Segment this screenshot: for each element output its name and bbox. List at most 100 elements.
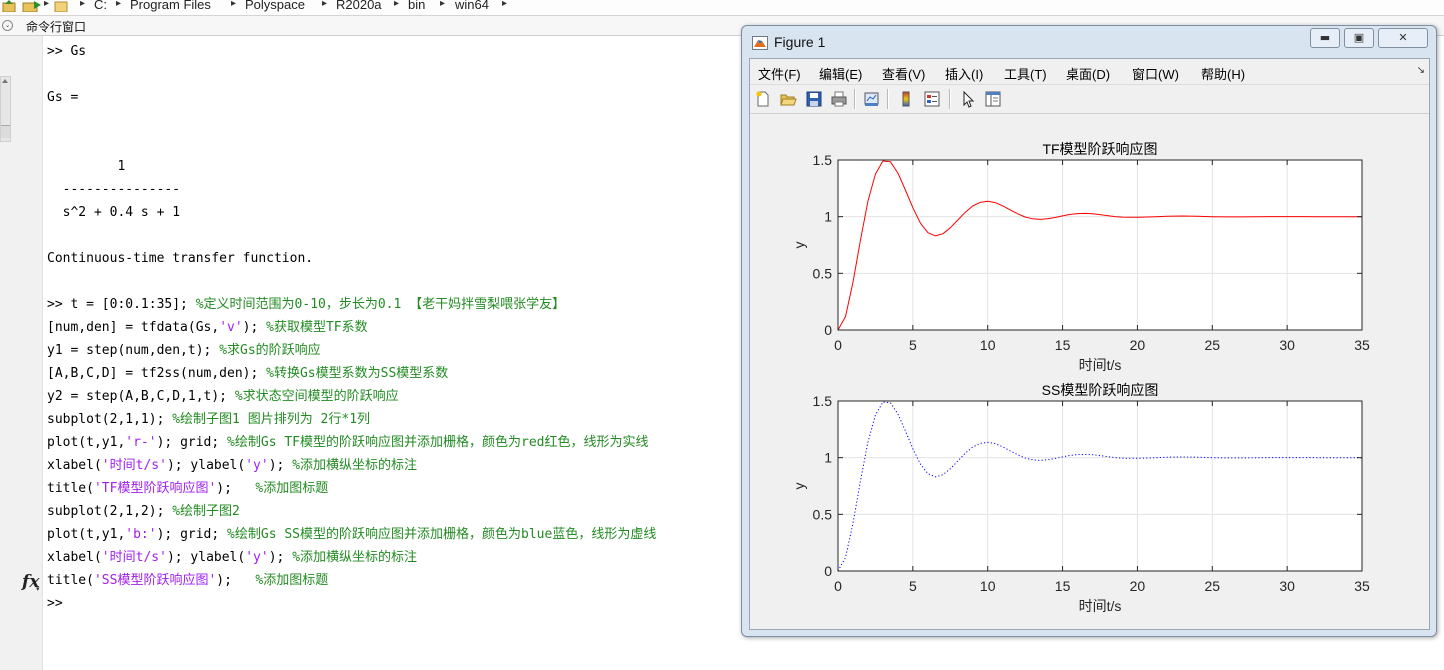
code-string: '时间t/s' (101, 458, 167, 473)
new-figure-icon[interactable] (754, 90, 772, 108)
y-axis-label: y (791, 483, 807, 490)
path-separator-icon: ▸ (44, 0, 50, 9)
save-icon[interactable] (805, 90, 823, 108)
console-line: plot(t,y1,'r-'); grid; %绘制Gs TF模型的阶跃响应图并… (47, 434, 649, 452)
code-text: Gs = (47, 90, 79, 105)
code-comment: %添加图标题 (255, 481, 329, 496)
code-text: title( (47, 481, 94, 496)
console-line: Continuous-time transfer function. (47, 250, 313, 268)
minimize-icon: ▬ (1319, 31, 1331, 44)
path-segment[interactable]: Program Files (130, 0, 211, 12)
plot-background (838, 401, 1362, 571)
x-axis-label: 时间t/s (1079, 357, 1122, 373)
close-button[interactable]: ✕ (1378, 28, 1428, 48)
console-line: >> Gs (47, 43, 86, 61)
code-comment: %求Gs的阶跃响应 (219, 343, 321, 358)
scroll-up-icon[interactable] (2, 79, 8, 83)
path-separator-icon[interactable]: ▸ (502, 0, 507, 9)
scrollbar-thumb[interactable] (1, 125, 10, 138)
code-text: y2 = step(A,B,C,D,1,t); (47, 389, 235, 404)
code-comment: %定义时间范围为0-10，步长为0.1 【老干妈拌雪梨喂张学友】 (195, 297, 566, 312)
menu-tools[interactable]: 工具(T) (1004, 64, 1047, 83)
x-tick-label: 0 (834, 337, 842, 353)
path-segment[interactable]: bin (408, 0, 425, 12)
x-tick-label: 20 (1130, 337, 1146, 353)
x-tick-label: 5 (909, 337, 917, 353)
menu-help[interactable]: 帮助(H) (1201, 64, 1245, 83)
path-segment[interactable]: win64 (455, 0, 489, 12)
code-string: 'y' (245, 458, 269, 473)
subplot-1 (837, 159, 1363, 331)
figure-canvas[interactable]: 0 5 10 15 20 25 30 35 0 0.5 1 1.5 TF模型阶跃响应图 时间t/s y 0 5 1… (750, 115, 1429, 627)
code-text: >> Gs (47, 44, 87, 59)
code-string: 'v' (219, 320, 243, 335)
x-tick-label: 0 (834, 578, 842, 594)
chart-title: TF模型阶跃响应图 (1042, 141, 1157, 157)
console-line: y2 = step(A,B,C,D,1,t); %求状态空间模型的阶跃响应 (47, 388, 399, 406)
code-text: title( (47, 573, 94, 588)
code-text: ); (216, 481, 256, 496)
up-folder-icon[interactable] (2, 0, 16, 12)
legend-icon[interactable] (923, 90, 941, 108)
code-text: Continuous-time transfer function. (47, 251, 314, 266)
y-tick-label: 0 (824, 322, 832, 338)
open-file-icon[interactable] (779, 90, 797, 108)
link-plot-icon[interactable] (863, 90, 881, 108)
maximize-button[interactable]: ▣ (1344, 28, 1374, 48)
print-icon[interactable] (830, 90, 848, 108)
code-comment: %转换Gs模型系数为SS模型系数 (266, 366, 449, 381)
code-string: 'SS模型阶跃响应图' (93, 573, 217, 588)
console-line: subplot(2,1,1); %绘制子图1 图片排列为 2行*1列 (47, 411, 370, 429)
path-separator-icon: ▸ (231, 0, 237, 9)
path-segment[interactable]: Polyspace (245, 0, 305, 12)
menu-view[interactable]: 查看(V) (882, 64, 925, 83)
collapse-panel-icon[interactable]: ⌄ (2, 20, 13, 31)
path-separator-icon: ▸ (116, 0, 122, 9)
subplot-2 (837, 400, 1363, 572)
menu-window[interactable]: 窗口(W) (1132, 64, 1179, 83)
menubar-dock-icon[interactable]: ↘ (1417, 65, 1425, 76)
menu-insert[interactable]: 插入(I) (945, 64, 983, 83)
x-tick-label: 30 (1279, 578, 1295, 594)
chevron-down-icon[interactable]: ▾ (36, 585, 40, 593)
path-segment[interactable]: C: (94, 0, 107, 12)
chart-title: SS模型阶跃响应图 (1042, 382, 1159, 398)
code-text: plot(t,y1, (47, 527, 126, 542)
x-tick-label: 5 (909, 578, 917, 594)
code-comment: %求状态空间模型的阶跃响应 (234, 389, 399, 404)
close-icon: ✕ (1398, 31, 1408, 44)
x-tick-label: 30 (1279, 337, 1295, 353)
code-text: subplot(2,1,1); (47, 412, 173, 427)
edit-plot-icon[interactable] (959, 90, 977, 108)
menu-desktop[interactable]: 桌面(D) (1066, 64, 1110, 83)
code-comment: %绘制子图2 (172, 504, 240, 519)
property-inspector-icon[interactable] (984, 90, 1002, 108)
code-string: '时间t/s' (101, 550, 167, 565)
code-text: 1 (47, 159, 126, 174)
menu-edit[interactable]: 编辑(E) (819, 64, 862, 83)
code-comment: %绘制Gs SS模型的阶跃响应图并添加栅格，颜色为blue蓝色，线形为虚线 (227, 527, 657, 542)
figure-window[interactable]: Figure 1 ▬ ▣ ✕ 文件(F) 编辑(E) 查看(V) 插入(I) 工… (741, 25, 1437, 637)
colorbar-icon[interactable] (897, 90, 915, 108)
minimize-button[interactable]: ▬ (1310, 28, 1340, 48)
path-segment[interactable]: R2020a (336, 0, 382, 12)
code-text: plot(t,y1, (47, 435, 126, 450)
y-tick-label: 0 (824, 563, 832, 579)
code-comment: %绘制子图1 图片排列为 2行*1列 (172, 412, 371, 427)
menu-file[interactable]: 文件(F) (758, 64, 801, 83)
x-tick-label: 25 (1204, 578, 1220, 594)
code-string: 'TF模型阶跃响应图' (93, 481, 217, 496)
scrollbar[interactable] (0, 76, 11, 142)
code-comment: %添加图标题 (255, 573, 329, 588)
code-text: ); (242, 320, 267, 335)
x-tick-label: 10 (980, 337, 996, 353)
maximize-icon: ▣ (1353, 31, 1365, 44)
browse-folder-icon[interactable] (22, 0, 42, 12)
y-axis-label: y (791, 242, 807, 249)
code-text: [num,den] = tfdata(Gs, (47, 320, 220, 335)
figure-plot-area[interactable]: 0 5 10 15 20 25 30 3500.511.5TF模型阶跃响应图时间t/sy0 5 1… (750, 115, 1429, 627)
console-line: xlabel('时间t/s'); ylabel('y'); %添加横纵坐标的标注 (47, 549, 417, 567)
y-tick-label: 1 (824, 450, 832, 466)
code-text: y1 = step(num,den,t); (47, 343, 220, 358)
code-comment: %获取模型TF系数 (266, 320, 368, 335)
